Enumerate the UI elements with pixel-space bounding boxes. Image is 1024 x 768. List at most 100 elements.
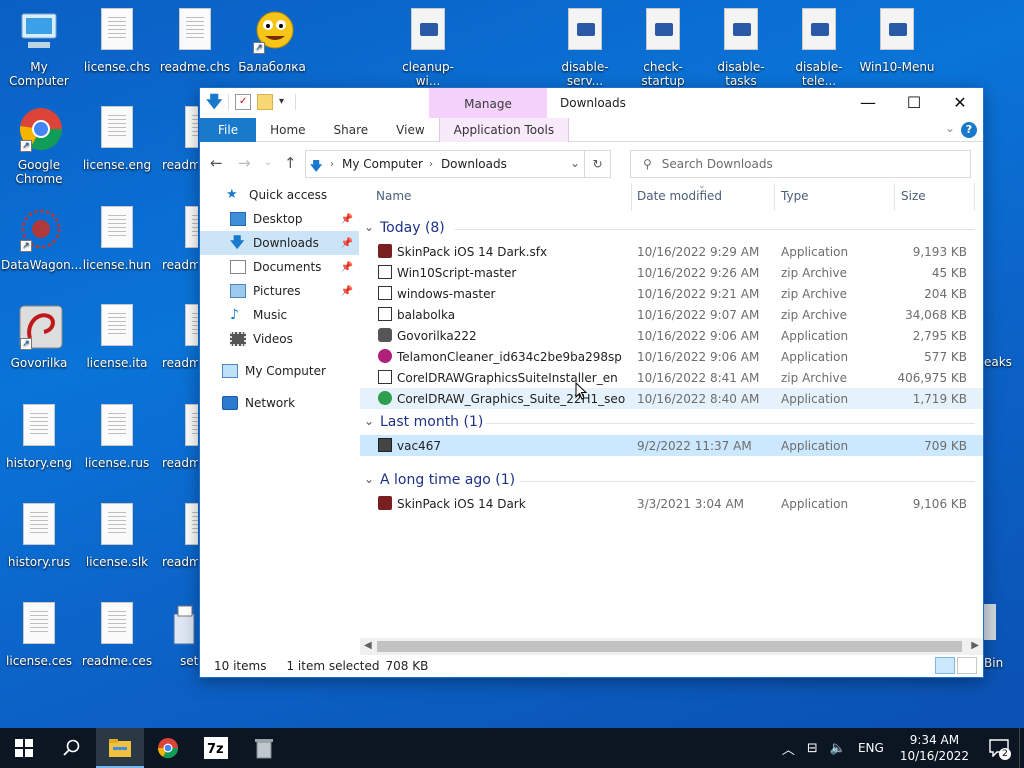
breadcrumb-downloads[interactable]: Downloads	[441, 157, 507, 171]
language-indicator[interactable]: ENG	[858, 741, 884, 755]
breadcrumb-chevron-icon[interactable]: ›	[429, 159, 433, 170]
group-header-today[interactable]: ⌄ Today (8)	[360, 215, 983, 241]
address-bar[interactable]: 🡇 › My Computer › Downloads ⌄ ↻	[305, 150, 611, 178]
desktop-icon-license-ces[interactable]: license.ces	[1, 602, 77, 668]
tab-manage[interactable]: Manage	[429, 88, 547, 118]
collapse-chevron-icon[interactable]: ⌄	[364, 414, 374, 428]
file-row[interactable]: balabolka 10/16/2022 9:07 AM zip Archive…	[360, 304, 983, 325]
desktop-icon-readme-partial[interactable]: readm	[146, 106, 198, 172]
desktop-icon-readme-ces[interactable]: readme.ces	[79, 602, 155, 668]
tab-home[interactable]: Home	[256, 118, 319, 142]
desktop-icon-check-startup[interactable]: check-startup	[625, 8, 701, 88]
desktop-icon-datawagon[interactable]: ↗ DataWagon...	[1, 206, 82, 272]
desktop-icon-license-ita[interactable]: license.ita	[79, 304, 155, 370]
desktop-icon-readme-partial[interactable]: readm	[146, 206, 198, 272]
close-button[interactable]: ✕	[937, 88, 983, 118]
nav-music[interactable]: ♪ Music	[200, 303, 359, 327]
help-icon[interactable]: ?	[961, 122, 977, 138]
file-row[interactable]: Govorilka222 10/16/2022 9:06 AM Applicat…	[360, 325, 983, 346]
tab-file[interactable]: File	[200, 117, 257, 142]
taskbar-recycle[interactable]	[240, 728, 288, 768]
file-row[interactable]: CorelDRAWGraphicsSuiteInstaller_en 10/16…	[360, 367, 983, 388]
minimize-button[interactable]: —	[845, 88, 891, 118]
large-icons-view-icon[interactable]	[957, 657, 977, 674]
horizontal-scrollbar[interactable]: ◀ ▶	[360, 638, 983, 655]
maximize-button[interactable]: ☐	[891, 88, 937, 118]
nav-videos[interactable]: Videos	[200, 327, 359, 351]
nav-downloads[interactable]: 🡇 Downloads 📌	[200, 231, 359, 255]
clock[interactable]: 9:34 AM 10/16/2022	[900, 732, 969, 764]
nav-documents[interactable]: Documents 📌	[200, 255, 359, 279]
column-header-name[interactable]: Name	[376, 189, 411, 203]
desktop-icon-cleanup[interactable]: cleanup-wi...	[390, 8, 466, 88]
show-desktop-button[interactable]	[1019, 728, 1024, 768]
breadcrumb-my-computer[interactable]: My Computer	[342, 157, 423, 171]
group-header-long-time-ago[interactable]: ⌄ A long time ago (1)	[360, 467, 983, 493]
forward-arrow-icon[interactable]: →	[238, 154, 251, 172]
file-row[interactable]: windows-master 10/16/2022 9:21 AM zip Ar…	[360, 283, 983, 304]
nav-desktop[interactable]: Desktop 📌	[200, 207, 359, 231]
customize-qat-icon[interactable]: ▾	[279, 94, 289, 110]
tab-share[interactable]: Share	[320, 118, 383, 142]
scroll-right-icon[interactable]: ▶	[971, 640, 979, 651]
details-view-icon[interactable]	[935, 657, 955, 674]
desktop-icon-govorilka[interactable]: ↗ Govorilka	[1, 304, 77, 370]
desktop-icon-tweaks-partial[interactable]: eaks	[984, 355, 1024, 369]
taskbar-file-explorer[interactable]	[96, 728, 144, 768]
start-button[interactable]	[0, 728, 48, 768]
title-bar[interactable]: 🡇 ✓ ▾ Manage Downloads — ☐ ✕	[200, 88, 983, 118]
file-row[interactable]: SkinPack iOS 14 Dark.sfx 10/16/2022 9:29…	[360, 241, 983, 262]
desktop-icon-readme-partial[interactable]: readm	[146, 304, 198, 370]
properties-icon[interactable]: ✓	[235, 94, 251, 110]
desktop-icon-readme-partial[interactable]: readm	[146, 404, 198, 470]
desktop-icon-history-eng[interactable]: history.eng	[1, 404, 77, 470]
pin-icon[interactable]: 📌	[341, 238, 353, 249]
volume-icon[interactable]: 🔈	[830, 741, 846, 756]
nav-pictures[interactable]: Pictures 📌	[200, 279, 359, 303]
group-header-last-month[interactable]: ⌄ Last month (1)	[360, 409, 983, 435]
column-header-type[interactable]: Type	[781, 189, 809, 203]
desktop-icon-recycle-bin-partial[interactable]: Bin	[984, 604, 1024, 670]
back-arrow-icon[interactable]: ←	[210, 154, 223, 172]
desktop-icon-license-rus[interactable]: license.rus	[79, 404, 155, 470]
breadcrumb-chevron-icon[interactable]: ›	[330, 159, 334, 170]
tab-view[interactable]: View	[382, 118, 438, 142]
nav-quick-access[interactable]: ★ Quick access	[200, 183, 359, 207]
taskbar-chrome[interactable]	[144, 728, 192, 768]
file-row[interactable]: TelamonCleaner_id634c2be9ba298sp 10/16/2…	[360, 346, 983, 367]
network-status-icon[interactable]: ⊟	[807, 741, 818, 756]
taskbar-7zip[interactable]: 7z	[192, 728, 240, 768]
scroll-left-icon[interactable]: ◀	[364, 640, 372, 651]
desktop-icon-my-computer[interactable]: My Computer	[1, 8, 77, 88]
recent-chevron-icon[interactable]: ⌄	[264, 157, 272, 168]
search-button[interactable]	[48, 728, 96, 768]
desktop-icon-setup-partial[interactable]: setu	[146, 602, 198, 668]
show-hidden-icons-chevron-icon[interactable]: ︿	[782, 739, 795, 758]
file-row-hovered[interactable]: CorelDRAW_Graphics_Suite_22H1_seo 10/16/…	[360, 388, 983, 409]
action-center-button[interactable]: 2	[979, 728, 1019, 768]
desktop-icon-disable-serv[interactable]: disable-serv...	[547, 8, 623, 88]
pin-icon[interactable]: 📌	[341, 262, 353, 273]
desktop-icon-google-chrome[interactable]: ↗ Google Chrome	[1, 106, 77, 186]
nav-network[interactable]: Network	[200, 391, 359, 415]
file-row[interactable]: Win10Script-master 10/16/2022 9:26 AM zi…	[360, 262, 983, 283]
column-header-size[interactable]: Size	[901, 189, 926, 203]
pin-icon[interactable]: 📌	[341, 214, 353, 225]
desktop-icon-readme-partial[interactable]: readm	[146, 503, 198, 569]
file-row[interactable]: SkinPack iOS 14 Dark 3/3/2021 3:04 AM Ap…	[360, 493, 983, 514]
desktop-icon-history-rus[interactable]: history.rus	[1, 503, 77, 569]
desktop-icon-balabolka[interactable]: ↗ Балаболка	[234, 8, 310, 74]
scrollbar-thumb[interactable]	[377, 641, 962, 652]
expand-ribbon-icon[interactable]: ⌄	[945, 121, 955, 135]
desktop-icon-win10-menu[interactable]: Win10-Menu	[859, 8, 935, 74]
desktop-icon-license-chs[interactable]: license.chs	[79, 8, 155, 74]
tab-application-tools[interactable]: Application Tools	[438, 117, 570, 142]
address-history-chevron-icon[interactable]: ⌄	[570, 156, 580, 170]
pin-icon[interactable]: 📌	[341, 286, 353, 297]
desktop-icon-readme-chs[interactable]: readme.chs	[157, 8, 233, 74]
desktop-icon-license-hun[interactable]: license.hun	[79, 206, 155, 272]
desktop-icon-license-slk[interactable]: license.slk	[79, 503, 155, 569]
up-arrow-icon[interactable]: ↑	[284, 154, 297, 172]
collapse-chevron-icon[interactable]: ⌄	[364, 220, 374, 234]
new-folder-icon[interactable]	[257, 94, 273, 110]
